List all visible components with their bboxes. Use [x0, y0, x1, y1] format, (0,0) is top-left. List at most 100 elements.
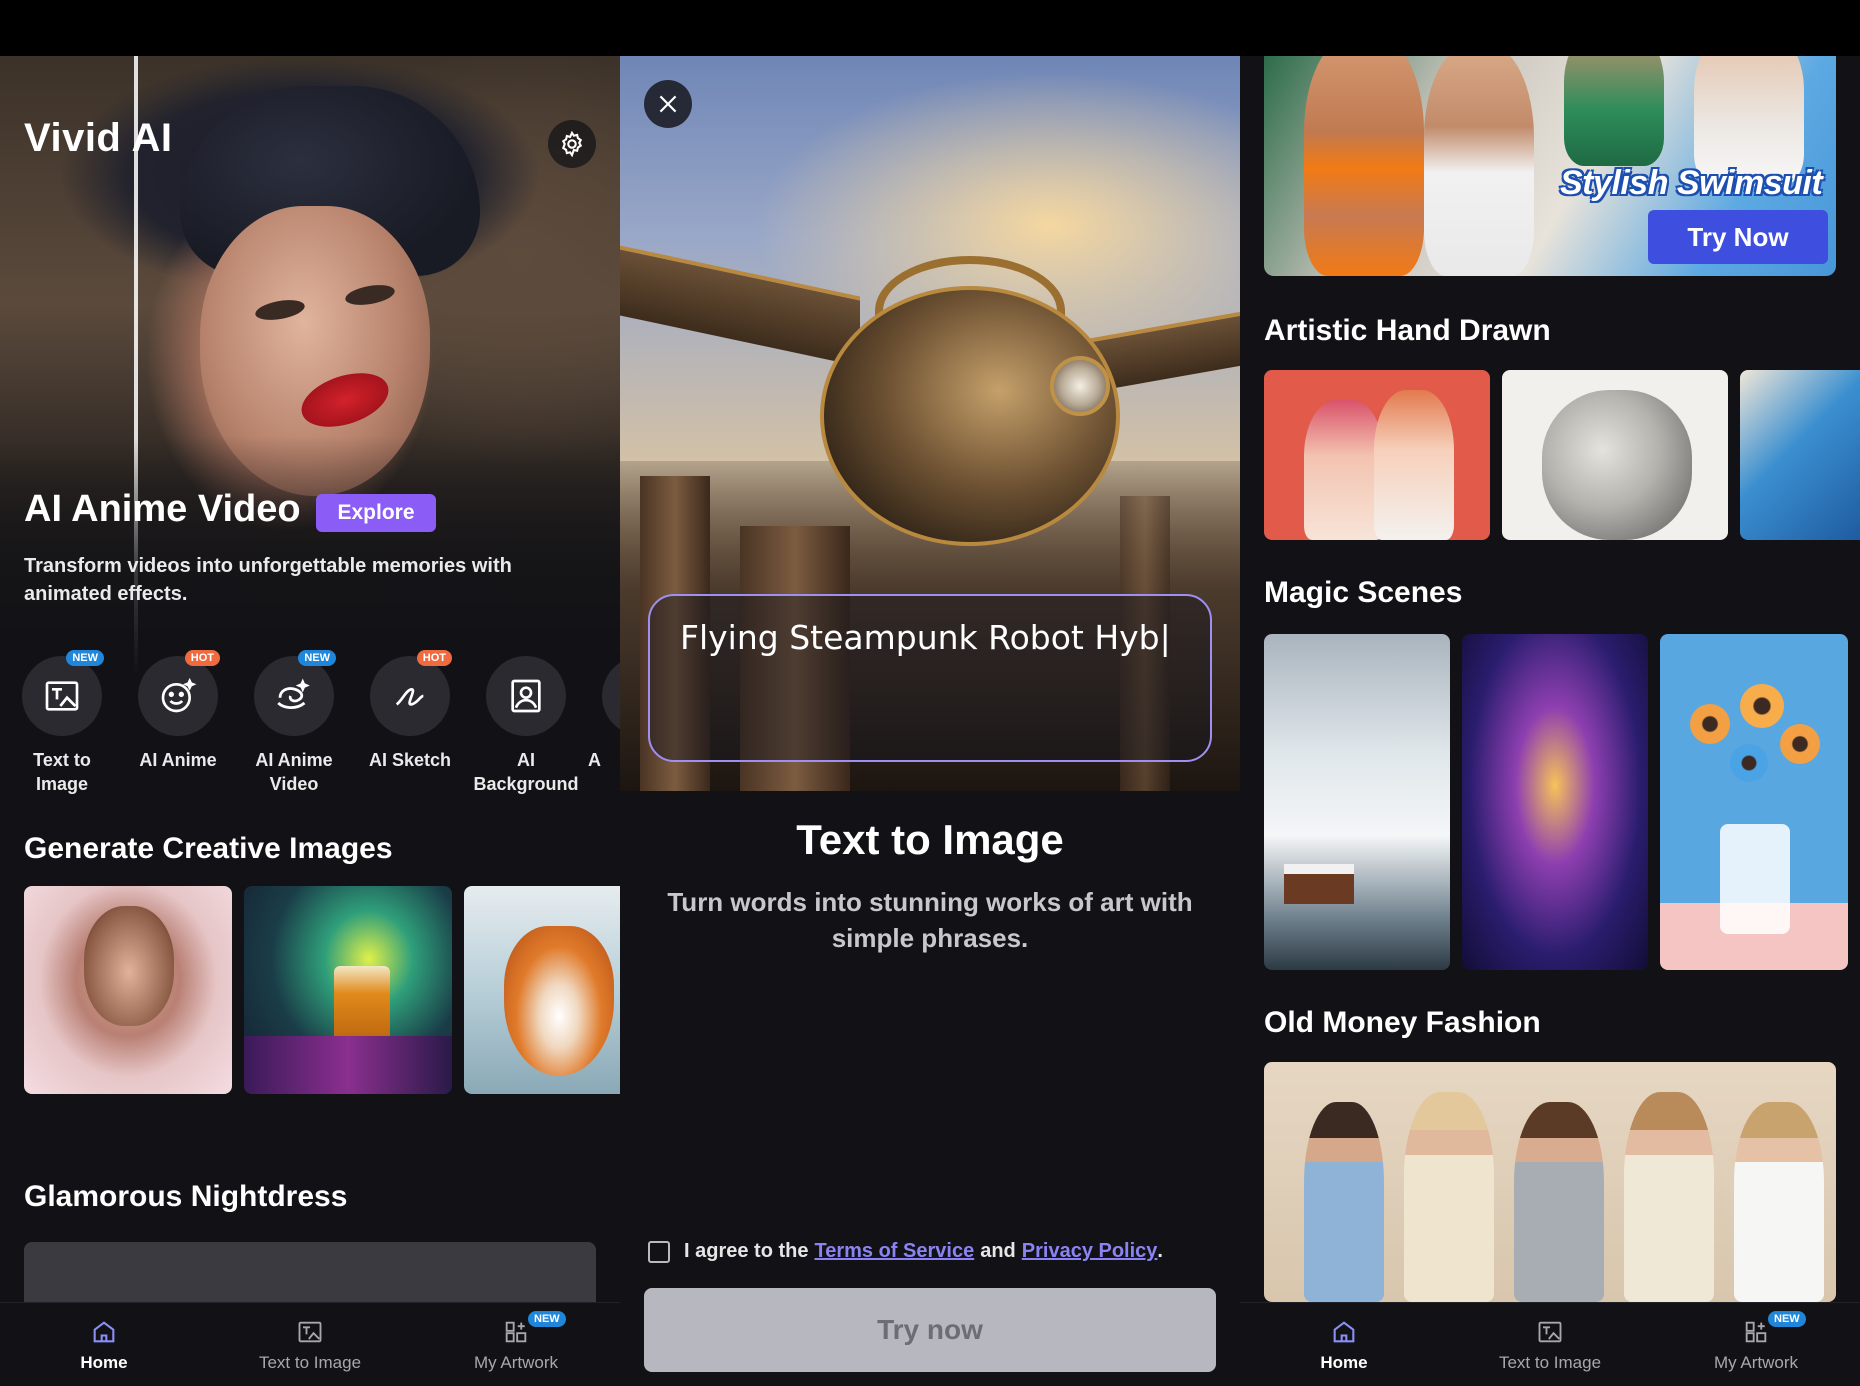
app-title: Vivid AI — [24, 116, 173, 160]
airship-wing — [620, 245, 860, 367]
thumbnail-fox[interactable] — [464, 886, 620, 1094]
hot-badge: HOT — [416, 650, 452, 666]
thumbnail-winter-cabin[interactable] — [1264, 634, 1450, 970]
portrait-frame-icon — [511, 679, 541, 713]
nav-home[interactable]: Home — [24, 1317, 184, 1373]
nav-label: Home — [1320, 1353, 1368, 1372]
model-figure — [1734, 1102, 1824, 1302]
tool-icon-circle: NEW — [22, 650, 104, 736]
thumbnail-anime-couple[interactable] — [1264, 370, 1490, 540]
prompt-input[interactable]: Flying Steampunk Robot Hyb| — [648, 594, 1212, 762]
agree-text: I agree to the — [684, 1240, 809, 1262]
tool-label: AI Background — [473, 750, 579, 794]
tool-label: AI Anime — [139, 750, 217, 770]
sketch-figures — [1542, 390, 1692, 540]
model-figure — [1304, 56, 1424, 276]
thumbnail-magic-forest[interactable] — [1462, 634, 1648, 970]
tool-ai-sketch[interactable]: HOT AI Sketch — [350, 650, 470, 772]
home-icon — [1333, 1321, 1355, 1343]
cabin — [1284, 864, 1354, 904]
status-bar — [0, 0, 1860, 56]
section-title-generate: Generate Creative Images — [24, 832, 393, 865]
airship-lens — [1050, 356, 1110, 416]
model-figure — [1514, 1102, 1604, 1302]
grid-icon — [505, 1321, 527, 1343]
model-figure — [1564, 56, 1664, 166]
home-screen-left: Vivid AI AI Anime Video Explore Transfor… — [0, 56, 620, 1386]
thumbnail-neon-beer[interactable] — [244, 886, 452, 1094]
terms-checkbox[interactable] — [648, 1240, 670, 1263]
close-button[interactable] — [644, 80, 692, 128]
settings-button[interactable] — [548, 120, 596, 168]
terms-agreement: I agree to the Terms of Service and Priv… — [648, 1240, 1163, 1263]
nav-text-to-image[interactable]: Text to Image — [1470, 1317, 1630, 1373]
text-to-image-screen: Flying Steampunk Robot Hyb| Text to Imag… — [620, 56, 1240, 1386]
thumbnail-flower-vase[interactable] — [1660, 634, 1848, 970]
flower — [1780, 724, 1820, 764]
promo-banner[interactable]: Stylish Swimsuit Try Now — [1264, 56, 1836, 276]
hero-title: AI Anime Video — [24, 488, 301, 530]
hot-badge: HOT — [184, 650, 220, 666]
nav-label: Text to Image — [1498, 1353, 1602, 1372]
section-title-artistic: Artistic Hand Drawn — [1264, 314, 1551, 347]
flower — [1690, 704, 1730, 744]
page-title: Text to Image — [796, 816, 1064, 863]
model-figure — [1624, 1092, 1714, 1302]
model-figure — [1404, 1092, 1494, 1302]
nav-label: Text to Image — [258, 1353, 362, 1372]
portrait-face — [84, 906, 174, 1026]
and-text: and — [980, 1240, 1016, 1262]
nav-my-artwork[interactable]: NEW My Artwork — [1676, 1311, 1836, 1373]
nav-home[interactable]: Home — [1264, 1317, 1424, 1373]
flower — [1730, 744, 1768, 782]
tool-ai-background[interactable]: AI Background — [466, 656, 586, 796]
banner-title: Stylish Swimsuit — [1560, 164, 1823, 202]
tool-text-to-image[interactable]: NEW Text to Image — [2, 650, 122, 796]
privacy-link[interactable]: Privacy Policy — [1022, 1240, 1158, 1263]
nav-label: My Artwork — [473, 1353, 559, 1372]
section-title-magic: Magic Scenes — [1264, 576, 1463, 609]
tool-ai-anime-video[interactable]: NEW AI Anime Video — [234, 650, 354, 796]
new-badge: NEW — [298, 650, 336, 666]
text-image-icon — [1538, 1321, 1562, 1343]
new-badge: NEW — [66, 650, 104, 666]
banner-try-now-button[interactable]: Try Now — [1648, 210, 1828, 264]
tool-partial[interactable]: A — [582, 656, 620, 772]
nav-my-artwork[interactable]: NEW My Artwork — [436, 1311, 596, 1373]
new-badge: NEW — [1768, 1311, 1806, 1327]
vase — [1720, 824, 1790, 934]
section-title-nightdress: Glamorous Nightdress — [24, 1180, 348, 1213]
neon-table — [244, 1036, 452, 1094]
fox-head — [504, 926, 614, 1076]
terms-link[interactable]: Terms of Service — [814, 1240, 974, 1263]
squiggle-icon — [395, 687, 424, 706]
hero-banner[interactable]: Vivid AI AI Anime Video Explore Transfor… — [0, 56, 620, 676]
tool-shortcuts: NEW Text to Image HOT AI Anime NEW AI An… — [0, 650, 620, 806]
thumbnail-old-money[interactable] — [1264, 1062, 1836, 1302]
explore-button[interactable]: Explore — [316, 494, 436, 532]
nav-text-to-image[interactable]: Text to Image — [230, 1317, 390, 1373]
airship-body — [820, 286, 1120, 546]
page-description: Turn words into stunning works of art wi… — [667, 887, 1193, 953]
nav-label: Home — [80, 1353, 128, 1372]
bottom-nav: Home Text to Image NEW My Artwork — [0, 1302, 620, 1386]
tool-ai-anime[interactable]: HOT AI Anime — [118, 650, 238, 772]
close-icon — [659, 95, 677, 113]
text-image-icon — [298, 1321, 322, 1343]
model-figure — [1304, 1102, 1384, 1302]
tool-label: AI Anime Video — [255, 750, 333, 794]
thumbnail-sketch-couple[interactable] — [1502, 370, 1728, 540]
flower — [1740, 684, 1784, 728]
anime-figure — [1374, 390, 1454, 540]
tool-label: AI Sketch — [368, 750, 452, 770]
try-now-button[interactable]: Try now — [644, 1288, 1216, 1372]
swirl-icon — [277, 678, 310, 709]
bottom-nav: Home Text to Image NEW My Artwork — [1240, 1302, 1860, 1386]
grid-icon — [1745, 1321, 1767, 1343]
tool-label: A — [588, 750, 601, 770]
thumbnail-watercolor[interactable] — [1740, 370, 1860, 540]
section-title-old-money: Old Money Fashion — [1264, 1006, 1541, 1039]
home-icon — [93, 1321, 115, 1343]
thumbnail-portrait[interactable] — [24, 886, 232, 1094]
new-badge: NEW — [528, 1311, 566, 1327]
